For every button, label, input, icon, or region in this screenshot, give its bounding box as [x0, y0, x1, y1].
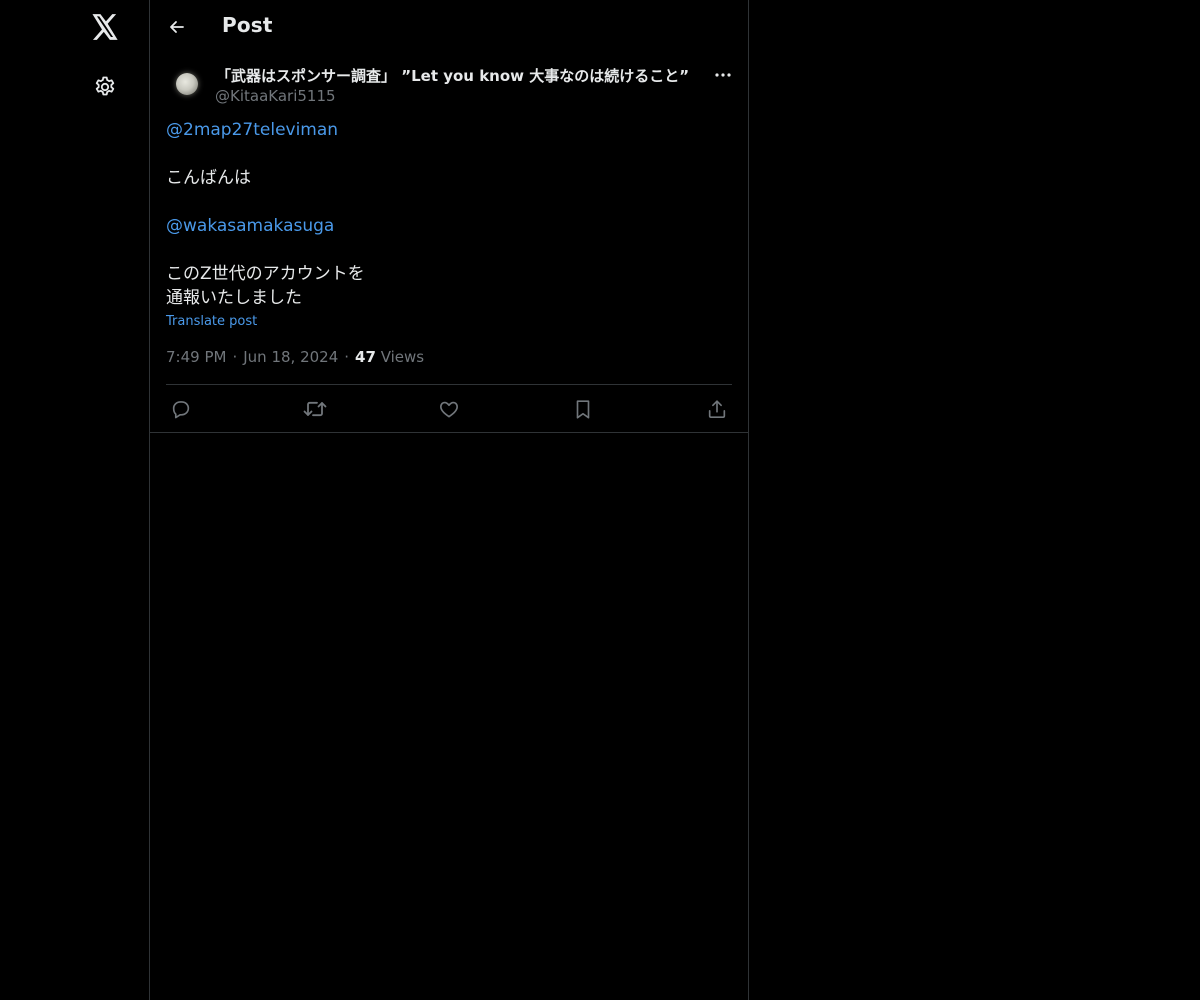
translate-post-link[interactable]: Translate post [166, 314, 257, 329]
app-root: Post 「武器はスポンサー調査」 ”Let you know 大事なのは続ける… [0, 0, 1200, 1000]
post-date[interactable]: Jun 18, 2024 [243, 348, 338, 366]
x-logo-icon [91, 14, 119, 40]
divider [166, 384, 732, 385]
share-button[interactable] [702, 394, 732, 424]
moon-avatar [176, 73, 198, 95]
author-display-name[interactable]: 「武器はスポンサー調査」 ”Let you know 大事なのは続けること” [216, 65, 689, 86]
more-options-button[interactable] [710, 62, 736, 88]
settings-button[interactable] [81, 63, 129, 111]
bookmark-icon [573, 398, 593, 420]
views-label: Views [380, 348, 425, 366]
reply-button[interactable] [166, 394, 196, 424]
x-logo-button[interactable] [81, 3, 129, 51]
arrow-left-icon [167, 17, 187, 37]
back-button[interactable] [158, 8, 196, 46]
separator-dot: · [232, 348, 238, 366]
post-metadata: 7:49 PM · Jun 18, 2024 · 47 Views [166, 348, 424, 366]
left-navigation [0, 0, 150, 1000]
bookmark-button[interactable] [568, 394, 598, 424]
main-column: Post 「武器はスポンサー調査」 ”Let you know 大事なのは続ける… [149, 0, 749, 1000]
author-handle[interactable]: @KitaaKari5115 [215, 87, 336, 105]
page-title: Post [222, 13, 273, 37]
share-icon [706, 398, 728, 420]
more-horizontal-icon [714, 72, 732, 78]
post-text-line: 通報いたしました [166, 288, 302, 308]
like-button[interactable] [434, 394, 464, 424]
post-text-line: このZ世代のアカウントを [166, 264, 365, 284]
mention-link[interactable]: @wakasamakasuga [166, 216, 334, 236]
repost-button[interactable] [300, 394, 330, 424]
page-header: Post [150, 0, 748, 54]
gear-icon [93, 75, 117, 99]
post-text-line: こんばんは [166, 168, 251, 188]
post-time[interactable]: 7:49 PM [166, 348, 226, 366]
views-count: 47 [355, 348, 376, 366]
post-actions-bar [166, 394, 732, 424]
reply-icon [170, 398, 192, 420]
author-avatar[interactable] [170, 67, 204, 101]
heart-icon [438, 398, 460, 420]
mention-link[interactable]: @2map27televiman [166, 120, 338, 140]
post-article: 「武器はスポンサー調査」 ”Let you know 大事なのは続けること” @… [150, 54, 748, 433]
repost-icon [303, 398, 327, 420]
post-text: @2map27televiman こんばんは @wakasamakasuga こ… [166, 118, 732, 329]
separator-dot: · [344, 348, 350, 366]
